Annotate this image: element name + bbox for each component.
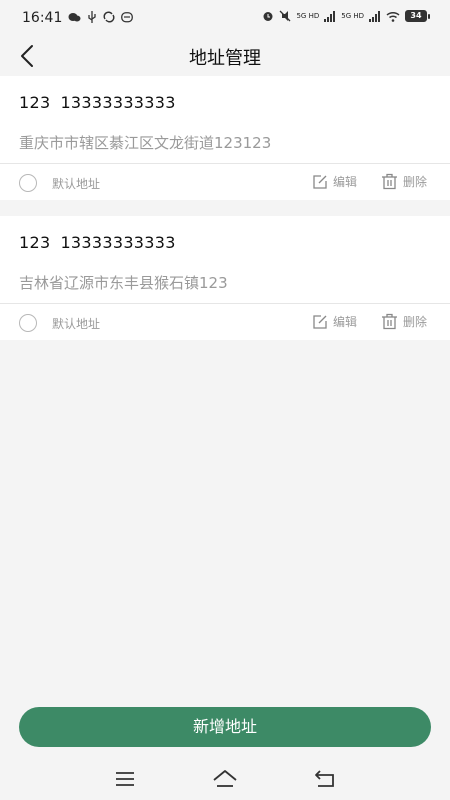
contact-line: 123 13333333333 — [19, 93, 176, 112]
wifi-icon — [386, 11, 400, 22]
address-card[interactable]: 123 13333333333 吉林省辽源市东丰县猴石镇123 默认地址 编辑 — [0, 216, 450, 340]
nav-bar: 地址管理 — [0, 36, 450, 76]
trash-icon — [382, 173, 397, 190]
status-notification-icons — [68, 11, 133, 23]
usb-icon — [88, 11, 96, 23]
delete-label: 删除 — [403, 315, 428, 329]
delete-button[interactable]: 删除 — [381, 313, 427, 330]
battery-level: 34 — [405, 10, 427, 22]
address-text: 吉林省辽源市东丰县猴石镇123 — [19, 274, 228, 292]
message-icon — [121, 11, 133, 22]
chat-notification-icon — [68, 12, 81, 21]
default-address-radio[interactable] — [19, 174, 37, 192]
address-info[interactable]: 123 13333333333 重庆市市辖区綦江区文龙街道123123 — [0, 76, 450, 164]
add-address-button[interactable]: 新增地址 — [19, 707, 431, 747]
address-list: 123 13333333333 重庆市市辖区綦江区文龙街道123123 默认地址 … — [0, 76, 450, 356]
edit-button[interactable]: 编辑 — [312, 313, 357, 330]
return-button[interactable] — [312, 766, 338, 792]
sync-icon — [103, 11, 115, 23]
contact-line: 123 13333333333 — [19, 233, 176, 252]
address-actions: 默认地址 编辑 删除 — [0, 164, 450, 200]
default-address-label: 默认地址 — [52, 317, 101, 331]
system-nav-bar — [0, 758, 450, 800]
address-actions: 默认地址 编辑 删除 — [0, 304, 450, 340]
contact-phone: 13333333333 — [60, 93, 176, 112]
signal-icon-2 — [369, 10, 380, 22]
address-text: 重庆市市辖区綦江区文龙街道123123 — [19, 134, 272, 152]
status-time: 16:41 — [22, 10, 63, 26]
edit-label: 编辑 — [333, 315, 358, 329]
edit-label: 编辑 — [333, 175, 358, 189]
default-address-radio[interactable] — [19, 314, 37, 332]
default-address-label: 默认地址 — [52, 177, 101, 191]
trash-icon — [382, 313, 397, 330]
edit-button[interactable]: 编辑 — [312, 173, 357, 190]
edit-icon — [313, 314, 327, 329]
status-bar: 16:41 5G HD 5G HD 34 — [0, 0, 450, 36]
contact-phone: 13333333333 — [60, 233, 176, 252]
page-title: 地址管理 — [189, 48, 261, 69]
network-label-2: 5G HD — [341, 12, 364, 20]
contact-name: 123 — [19, 233, 51, 252]
address-card[interactable]: 123 13333333333 重庆市市辖区綦江区文龙街道123123 默认地址 … — [0, 76, 450, 200]
home-icon — [213, 770, 237, 787]
return-icon — [315, 770, 334, 787]
alarm-icon — [263, 12, 273, 21]
mute-icon — [280, 10, 291, 22]
signal-icon — [324, 10, 336, 22]
delete-button[interactable]: 删除 — [381, 173, 427, 190]
edit-icon — [313, 174, 327, 189]
battery-icon: 34 — [405, 10, 430, 22]
network-label-1: 5G HD — [296, 12, 320, 20]
contact-name: 123 — [19, 93, 51, 112]
menu-button[interactable] — [112, 766, 138, 792]
home-button[interactable] — [212, 766, 238, 792]
delete-label: 删除 — [403, 175, 428, 189]
menu-icon — [116, 772, 134, 786]
address-info[interactable]: 123 13333333333 吉林省辽源市东丰县猴石镇123 — [0, 216, 450, 304]
status-system-icons: 5G HD 5G HD 34 — [262, 10, 430, 22]
